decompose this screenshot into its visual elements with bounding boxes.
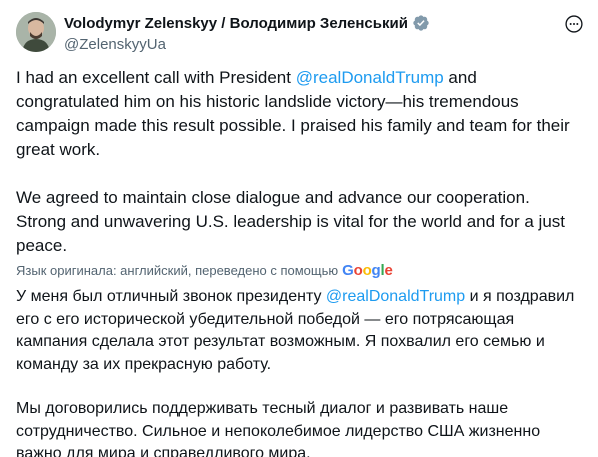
tweet-body: I had an excellent call with President @… [16, 66, 584, 457]
translated-text-block: У меня был отличный звонок президенту @r… [16, 286, 584, 457]
mention-link[interactable]: @realDonaldTrump [326, 288, 465, 305]
display-name-row: Volodymyr Zelenskyy / Володимир Зеленськ… [64, 12, 544, 34]
mention-link[interactable]: @realDonaldTrump [296, 68, 444, 87]
translation-note: Язык оригинала: английский, переведено с… [16, 260, 584, 280]
more-options-icon[interactable] [564, 14, 584, 34]
avatar[interactable] [16, 12, 56, 52]
translated-text: У меня был отличный звонок президенту [16, 288, 326, 305]
tweet-text: I had an excellent call with President [16, 68, 296, 87]
tweet-paragraph-1: I had an excellent call with President @… [16, 66, 584, 162]
google-logo: Google [342, 261, 393, 279]
person-avatar-icon [16, 12, 56, 52]
tweet-header: Volodymyr Zelenskyy / Володимир Зеленськ… [16, 12, 584, 58]
author-handle[interactable]: @ZelenskyyUa [64, 35, 544, 55]
tweet-paragraph-2: We agreed to maintain close dialogue and… [16, 188, 566, 255]
translated-paragraph-1: У меня был отличный звонок президенту @r… [16, 286, 584, 376]
translated-paragraph-2: Мы договорились поддерживать тесный диал… [16, 400, 541, 457]
author-display-name[interactable]: Volodymyr Zelenskyy / Володимир Зеленськ… [64, 15, 408, 32]
author-info: Volodymyr Zelenskyy / Володимир Зеленськ… [64, 12, 544, 55]
verified-badge-icon[interactable] [412, 14, 430, 32]
translation-note-text[interactable]: Язык оригинала: английский, переведено с… [16, 263, 338, 278]
